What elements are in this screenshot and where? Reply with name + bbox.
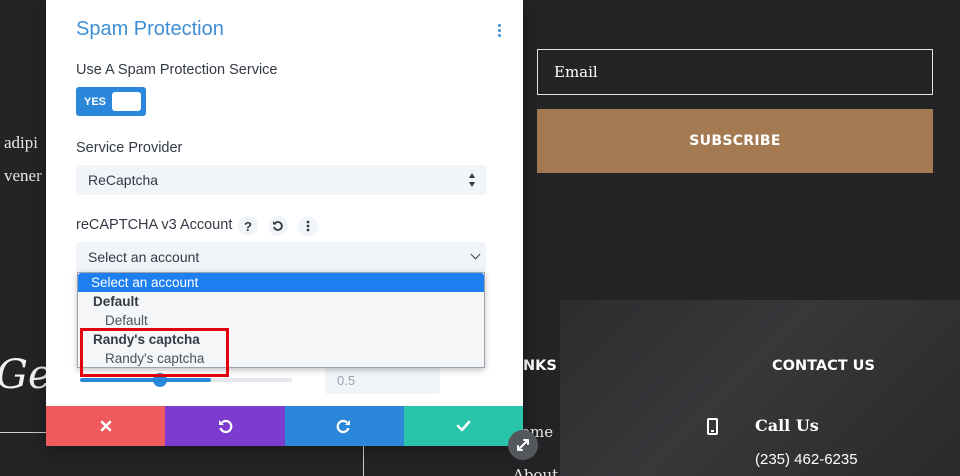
redo-button[interactable] — [284, 406, 404, 446]
slider-fill — [80, 378, 212, 382]
score-threshold-input[interactable]: 0.5 — [325, 366, 440, 394]
use-service-label: Use A Spam Protection Service — [76, 62, 278, 78]
toggle-label: YES — [84, 95, 107, 108]
redo-icon — [336, 419, 351, 434]
toggle-knob — [112, 92, 141, 111]
service-provider-value: ReCaptcha — [88, 172, 159, 188]
dropdown-group-default: Default — [93, 294, 139, 309]
field-options-icon[interactable] — [298, 216, 318, 236]
reset-icon[interactable] — [268, 216, 288, 236]
annotation-highlight-box — [80, 328, 229, 377]
save-button[interactable] — [403, 406, 523, 446]
service-provider-select[interactable]: ReCaptcha — [76, 165, 486, 195]
divider-line — [0, 432, 46, 433]
footer-background-photo — [560, 300, 960, 476]
resize-handle[interactable] — [508, 430, 538, 460]
undo-icon — [218, 419, 233, 434]
body-text-fragment-1: adipi — [4, 133, 38, 152]
dropdown-option-select-account[interactable]: Select an account — [78, 273, 484, 292]
links-heading: NKS — [523, 358, 557, 374]
more-options-icon[interactable] — [498, 24, 502, 38]
resize-arrows-icon — [517, 439, 529, 451]
score-threshold-slider[interactable] — [80, 378, 292, 382]
email-input[interactable]: Email — [537, 49, 933, 95]
recaptcha-account-label: reCAPTCHA v3 Account — [76, 217, 233, 233]
service-provider-label: Service Provider — [76, 140, 183, 156]
select-arrows-icon — [469, 173, 476, 187]
chevron-down-icon — [470, 249, 481, 260]
subscribe-button[interactable]: SUBSCRIBE — [537, 109, 933, 173]
cancel-button[interactable] — [46, 406, 166, 446]
close-icon — [100, 420, 111, 432]
contact-heading: CONTACT US — [772, 358, 875, 374]
help-icon[interactable]: ? — [238, 216, 258, 236]
undo-button[interactable] — [165, 406, 285, 446]
recaptcha-account-select[interactable]: Select an account — [76, 242, 486, 272]
panel-title: Spam Protection — [76, 18, 224, 40]
spam-service-toggle[interactable]: YES — [76, 87, 146, 116]
panel-action-bar — [46, 406, 523, 446]
footer-link-about[interactable]: About — [513, 466, 558, 476]
call-us-title: Call Us — [755, 416, 819, 435]
check-icon — [456, 420, 471, 432]
body-text-fragment-2: vener — [4, 166, 42, 185]
call-us-phone[interactable]: (235) 462-6235 — [755, 451, 858, 468]
phone-icon — [707, 418, 718, 435]
recaptcha-account-value: Select an account — [88, 249, 200, 265]
